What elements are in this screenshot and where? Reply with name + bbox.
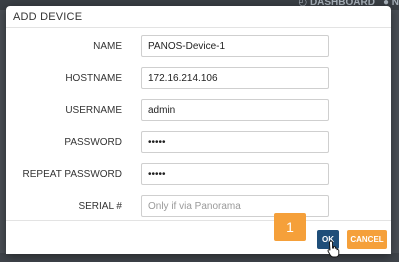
hostname-label: HOSTNAME: [65, 72, 122, 84]
form-row-username: USERNAME: [6, 98, 391, 122]
repeat-password-label: REPEAT PASSWORD: [22, 168, 122, 180]
form-row-hostname: HOSTNAME: [6, 66, 391, 90]
password-input[interactable]: [141, 131, 329, 153]
hand-pointer-cursor-icon: [327, 240, 340, 258]
hostname-input[interactable]: [141, 67, 329, 89]
nav-partial-label: N: [391, 0, 399, 8]
name-input[interactable]: [141, 35, 329, 57]
dialog-title: ADD DEVICE: [13, 10, 83, 23]
form-row-name: NAME: [6, 34, 391, 58]
add-device-dialog: ADD DEVICE NAME HOSTNAME USERNAME PASSWO…: [6, 6, 391, 254]
form-row-serial: SERIAL #: [6, 194, 391, 218]
form-row-password: PASSWORD: [6, 130, 391, 154]
username-label: USERNAME: [65, 104, 122, 116]
password-label: PASSWORD: [64, 136, 122, 148]
repeat-password-input[interactable]: [141, 163, 329, 185]
name-label: NAME: [93, 40, 122, 52]
dialog-header: ADD DEVICE: [6, 6, 391, 28]
serial-label: SERIAL #: [78, 200, 122, 212]
step-number-badge: 1: [274, 213, 306, 241]
cancel-button[interactable]: CANCEL: [347, 230, 387, 249]
username-input[interactable]: [141, 99, 329, 121]
form-row-repeat-password: REPEAT PASSWORD: [6, 162, 391, 186]
